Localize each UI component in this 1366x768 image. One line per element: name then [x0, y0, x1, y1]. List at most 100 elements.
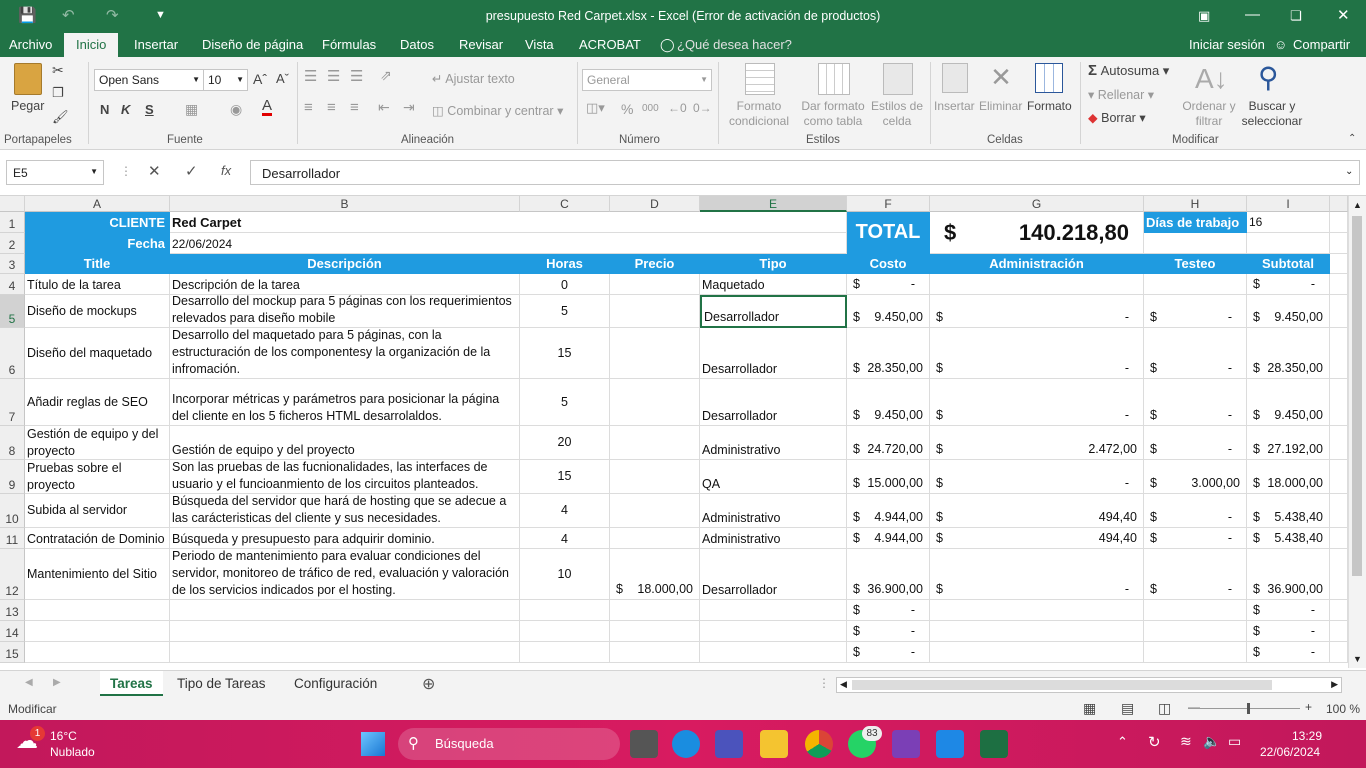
increase-indent-icon[interactable]: ⇥	[403, 99, 415, 116]
chevron-up-icon[interactable]: ⌃	[1117, 734, 1128, 750]
blank-cell[interactable]	[1330, 254, 1348, 274]
row-header[interactable]: 14	[0, 621, 25, 642]
task-cost[interactable]: $ -	[847, 274, 930, 295]
task-title[interactable]: Contratación de Dominio	[25, 528, 170, 549]
task-admin[interactable]: $ -	[930, 295, 1144, 328]
scroll-thumb[interactable]	[852, 680, 1272, 690]
horizontal-scrollbar[interactable]: ◀ ▶	[836, 677, 1342, 693]
task-type[interactable]: Maquetado	[700, 274, 847, 295]
task-description[interactable]: Búsqueda y presupuesto para adquirir dom…	[170, 528, 520, 549]
task-description[interactable]: Son las pruebas de las fucnionalidades, …	[170, 460, 520, 494]
task-admin[interactable]: $ -	[930, 379, 1144, 426]
blank-cell[interactable]	[1330, 328, 1348, 379]
task-admin[interactable]: $494,40	[930, 528, 1144, 549]
row-header[interactable]: 12	[0, 549, 25, 600]
task-hours[interactable]: 15	[520, 328, 610, 379]
task-subtotal[interactable]: $27.192,00	[1247, 426, 1330, 460]
column-header-extra[interactable]	[1330, 196, 1348, 212]
scroll-thumb[interactable]	[1352, 216, 1362, 576]
task-price[interactable]	[610, 600, 700, 621]
cancel-icon[interactable]: ✕	[148, 162, 161, 180]
autosum-button[interactable]: Σ Autosuma ▾	[1088, 62, 1169, 79]
currency-icon[interactable]: ◫▾	[586, 100, 605, 116]
column-header-f[interactable]: F	[847, 196, 930, 212]
task-type[interactable]: Administrativo	[700, 528, 847, 549]
tab-home[interactable]: Inicio	[64, 33, 119, 57]
font-size-select[interactable]: 10 ▼	[203, 69, 248, 91]
task-cost[interactable]: $9.450,00	[847, 379, 930, 426]
taskbar-search[interactable]: ⚲ Búsqueda	[398, 728, 620, 760]
task-testing[interactable]	[1144, 600, 1247, 621]
task-price[interactable]	[610, 328, 700, 379]
task-hours[interactable]: 10	[520, 549, 610, 600]
task-description[interactable]: Búsqueda del servidor que hará de hostin…	[170, 494, 520, 528]
task-price[interactable]	[610, 621, 700, 642]
scroll-right-icon[interactable]: ▶	[1331, 679, 1338, 690]
table-header[interactable]: Testeo	[1144, 254, 1247, 274]
tab-split-grip-icon[interactable]: ⋮	[818, 676, 830, 690]
task-type[interactable]	[700, 642, 847, 663]
scroll-up-icon[interactable]: ▲	[1353, 200, 1362, 210]
blank-cell[interactable]	[1330, 274, 1348, 295]
task-type[interactable]	[700, 621, 847, 642]
tab-review[interactable]: Revisar	[459, 37, 503, 52]
task-title[interactable]: Añadir reglas de SEO	[25, 379, 170, 426]
fecha-value[interactable]: 22/06/2024	[170, 233, 847, 254]
align-middle-icon[interactable]: ☰	[327, 67, 340, 85]
collapse-ribbon-icon[interactable]: ⌃	[1348, 133, 1356, 144]
task-hours[interactable]	[520, 642, 610, 663]
volume-icon[interactable]: 🔈	[1203, 733, 1220, 750]
row-header[interactable]: 11	[0, 528, 25, 549]
task-type[interactable]: Administrativo	[700, 426, 847, 460]
borders-icon[interactable]: ▦	[185, 101, 198, 118]
blank-cell[interactable]	[1330, 494, 1348, 528]
task-testing[interactable]: $ -	[1144, 494, 1247, 528]
clock-date[interactable]: 22/06/2024	[1260, 745, 1320, 759]
task-title[interactable]	[25, 642, 170, 663]
paste-button[interactable]: Pegar	[11, 99, 44, 113]
task-cost[interactable]: $ -	[847, 600, 930, 621]
page-layout-view-icon[interactable]: ▤	[1121, 700, 1134, 717]
row-header[interactable]: 10	[0, 494, 25, 528]
enter-icon[interactable]: ✓	[185, 162, 198, 180]
edge-icon[interactable]	[672, 730, 700, 758]
task-cost[interactable]: $28.350,00	[847, 328, 930, 379]
task-description[interactable]	[170, 600, 520, 621]
blank-cell[interactable]	[1247, 233, 1330, 254]
task-cost[interactable]: $4.944,00	[847, 528, 930, 549]
task-hours[interactable]	[520, 600, 610, 621]
task-subtotal[interactable]: $ -	[1247, 274, 1330, 295]
active-cell-task-type[interactable]: Desarrollador	[700, 295, 847, 328]
battery-icon[interactable]: ▭	[1228, 733, 1241, 750]
task-cost[interactable]: $ -	[847, 621, 930, 642]
task-hours[interactable]	[520, 621, 610, 642]
find-select-icon[interactable]: ⚲	[1258, 61, 1279, 94]
task-price[interactable]	[610, 274, 700, 295]
visual-studio-icon[interactable]	[892, 730, 920, 758]
cliente-label[interactable]: CLIENTE	[25, 212, 170, 233]
format-cells-button[interactable]: Formato	[1027, 99, 1072, 113]
task-hours[interactable]: 5	[520, 295, 610, 328]
task-hours[interactable]: 4	[520, 528, 610, 549]
task-description[interactable]: Gestión de equipo y del proyecto	[170, 426, 520, 460]
task-title[interactable]	[25, 600, 170, 621]
row-header[interactable]: 5	[0, 295, 25, 328]
clock-time[interactable]: 13:29	[1292, 729, 1322, 743]
task-description[interactable]	[170, 621, 520, 642]
restore-icon[interactable]: ❏	[1290, 8, 1302, 24]
tell-me-search[interactable]: ¿Qué desea hacer?	[677, 37, 792, 52]
tab-file[interactable]: Archivo	[9, 37, 52, 52]
percent-button[interactable]: %	[621, 101, 633, 117]
task-price[interactable]	[610, 494, 700, 528]
next-sheet-icon[interactable]: ▶	[53, 677, 61, 688]
align-center-icon[interactable]: ≡	[327, 99, 336, 116]
task-description[interactable]: Descripción de la tarea	[170, 274, 520, 295]
fecha-label[interactable]: Fecha	[25, 233, 170, 254]
zoom-out-icon[interactable]: —	[1188, 700, 1200, 714]
insert-cells-button[interactable]: Insertar	[934, 99, 975, 113]
wifi-icon[interactable]: ≋	[1180, 733, 1192, 750]
find-select-button[interactable]: Buscar y seleccionar	[1238, 99, 1306, 129]
column-header-c[interactable]: C	[520, 196, 610, 212]
align-left-icon[interactable]: ≡	[304, 99, 313, 116]
tab-acrobat[interactable]: ACROBAT	[579, 37, 641, 52]
